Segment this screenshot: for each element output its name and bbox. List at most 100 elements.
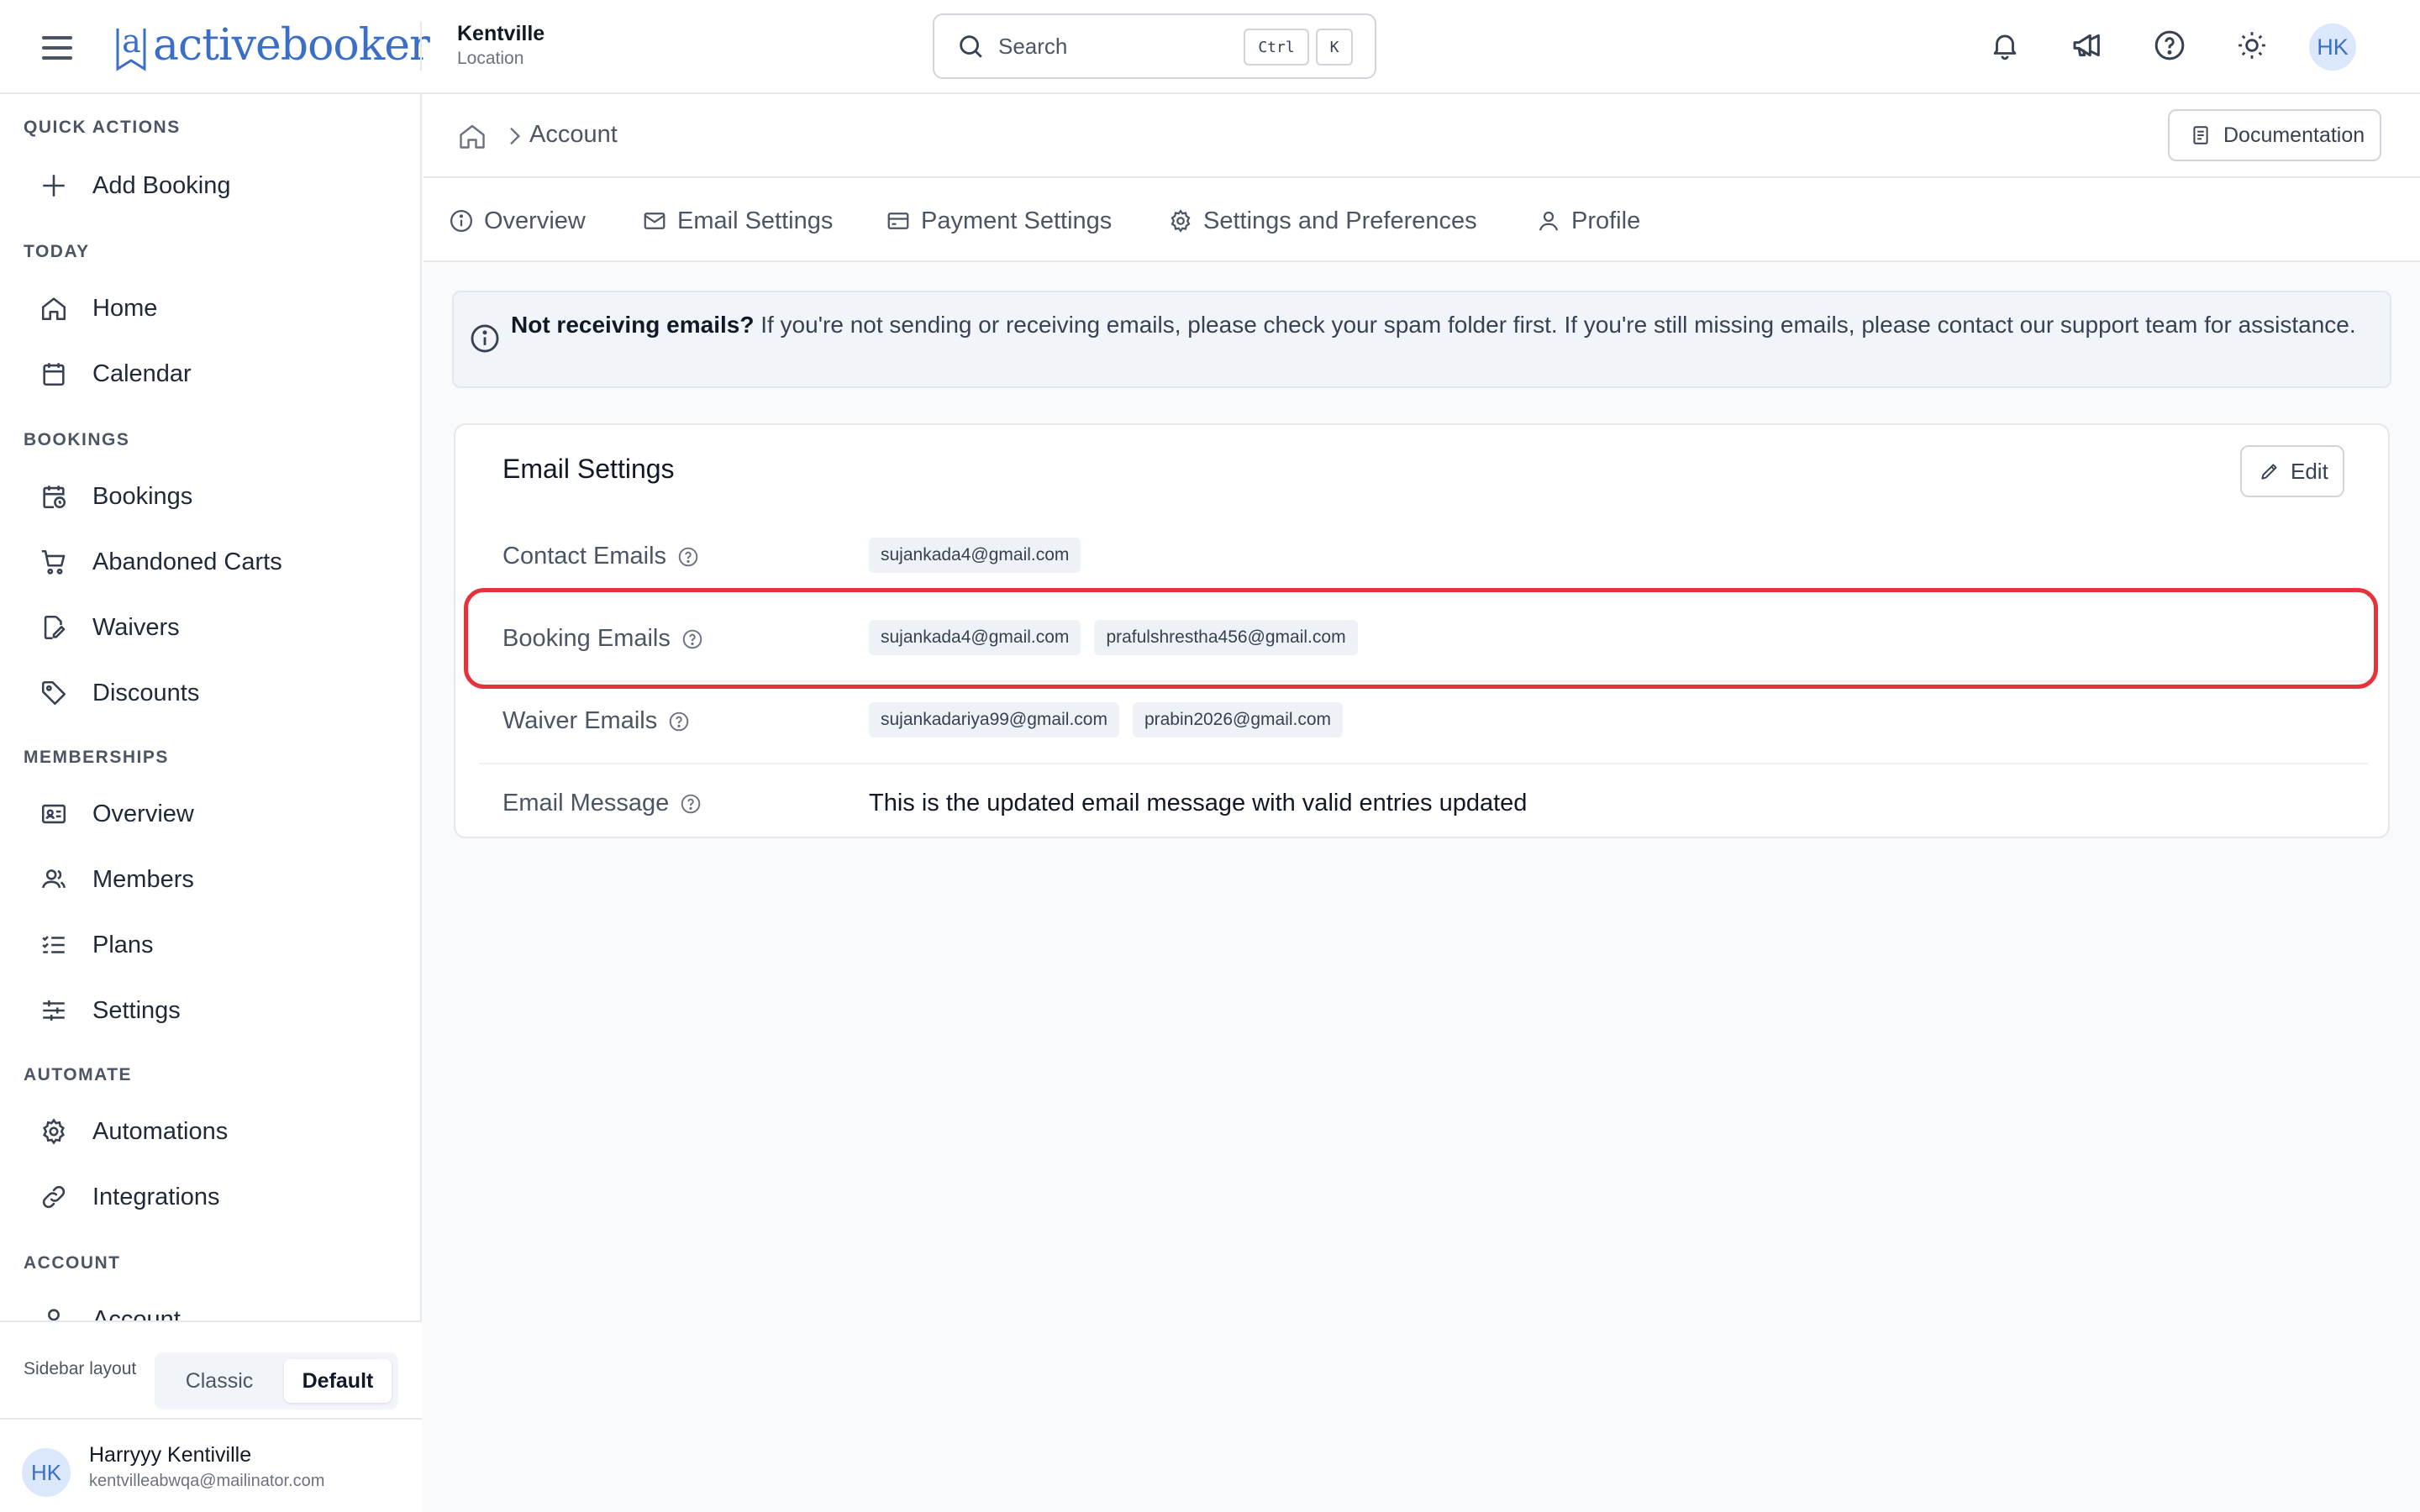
calendar-icon [37, 357, 71, 391]
checklist-icon [37, 928, 71, 962]
theme-toggle-icon[interactable] [2232, 25, 2272, 66]
user-name: Harryyy Kentiville [89, 1443, 252, 1467]
search-input[interactable]: Search Ctrl K [933, 13, 1376, 79]
info-icon [447, 207, 476, 235]
layout-option-default[interactable]: Default [284, 1359, 392, 1403]
sidebar-item-home[interactable]: Home [24, 282, 398, 334]
info-banner: Not receiving emails? If you're not send… [452, 291, 2391, 388]
info-banner-text: Not receiving emails? If you're not send… [511, 307, 2376, 343]
tab-settings-and-preferences[interactable]: Settings and Preferences [1166, 202, 1477, 240]
email-message-row: Email Message This is the updated email … [479, 764, 2368, 847]
credit-card-icon [884, 207, 913, 235]
sidebar-item-calendar[interactable]: Calendar [24, 348, 398, 400]
tab-email-settings[interactable]: Email Settings [640, 202, 833, 240]
users-icon [37, 863, 71, 896]
sidebar-item-label: Automations [92, 1117, 229, 1145]
sidebar-user-card[interactable]: HK Harryyy Kentiville kentvilleabwqa@mai… [0, 1418, 422, 1512]
tab-profile[interactable]: Profile [1534, 202, 1640, 240]
sidebar-item-add-booking[interactable]: Add Booking [24, 160, 398, 212]
document-icon [2188, 123, 2213, 148]
layout-option-classic[interactable]: Classic [161, 1359, 277, 1403]
tab-label: Payment Settings [921, 207, 1113, 234]
breadcrumb-current: Account [529, 121, 618, 148]
gear-icon [37, 1115, 71, 1148]
documentation-button[interactable]: Documentation [2168, 109, 2381, 161]
documentation-label: Documentation [2223, 123, 2365, 147]
sidebar-item-label: Overview [92, 800, 194, 827]
sidebar-item-label: Bookings [92, 482, 193, 510]
sidebar-item-label: Members [92, 865, 194, 893]
sidebar-item-overview[interactable]: Overview [24, 788, 398, 840]
bell-icon[interactable] [1985, 25, 2025, 66]
field-label-text: Contact Emails [502, 543, 667, 570]
pencil-icon [2257, 459, 2282, 484]
info-icon [471, 324, 499, 353]
tab-payment-settings[interactable]: Payment Settings [884, 202, 1112, 240]
sidebar-item-automations[interactable]: Automations [24, 1105, 398, 1158]
edit-label: Edit [2291, 458, 2328, 484]
sidebar-layout-toggle: Classic Default [155, 1352, 398, 1410]
sidebar-item-label: Add Booking [92, 171, 231, 199]
email-chip: prabin2026@gmail.com [1132, 702, 1344, 738]
tag-icon [37, 676, 71, 710]
home-icon[interactable] [457, 121, 487, 151]
tab-label: Email Settings [677, 207, 834, 234]
waiver-emails-row: Waiver Emails sujankadariya99@gmail.com … [479, 682, 2368, 764]
sidebar-layout-label: Sidebar layout [24, 1359, 137, 1378]
sidebar-item-label: Plans [92, 931, 154, 958]
user-icon [1534, 207, 1563, 235]
sidebar-item-label: Discounts [92, 679, 200, 706]
signature-icon [37, 611, 71, 644]
logo[interactable]: a activebooker [111, 12, 430, 79]
search-icon [960, 35, 982, 58]
sliders-icon [37, 994, 71, 1027]
sidebar-item-discounts[interactable]: Discounts [24, 667, 398, 719]
field-label-text: Waiver Emails [502, 707, 658, 734]
sidebar-item-settings[interactable]: Settings [24, 984, 398, 1037]
help-circle-icon[interactable] [667, 710, 691, 733]
tab-label: Profile [1571, 207, 1641, 234]
tab-label: Settings and Preferences [1203, 207, 1477, 234]
avatar[interactable]: HK [2309, 24, 2356, 71]
user-email: kentvilleabwqa@mailinator.com [89, 1472, 325, 1490]
sidebar-item-abandoned-carts[interactable]: Abandoned Carts [24, 536, 398, 588]
kbd-k: K [1316, 29, 1353, 66]
section-account: ACCOUNT [24, 1253, 121, 1273]
email-message-value: This is the updated email message with v… [869, 790, 1528, 816]
email-message-label: Email Message [502, 790, 702, 817]
sidebar-item-waivers[interactable]: Waivers [24, 601, 398, 654]
home-icon [37, 291, 71, 325]
sidebar-item-label: Calendar [92, 360, 192, 387]
sidebar-item-label: Settings [92, 996, 181, 1024]
sidebar-item-label: Home [92, 294, 158, 322]
tab-label: Overview [484, 207, 586, 234]
contact-emails-values: sujankada4@gmail.com [869, 538, 1081, 573]
email-chip: sujankada4@gmail.com [869, 538, 1081, 573]
top-bar: a activebooker Kentville Location Search… [0, 0, 2420, 94]
help-circle-icon[interactable] [676, 545, 700, 569]
sidebar-item-members[interactable]: Members [24, 853, 398, 906]
waiver-emails-values: sujankadariya99@gmail.com prabin2026@gma… [869, 702, 1344, 738]
logo-text: activebooker [153, 20, 430, 71]
mail-icon [640, 207, 669, 235]
help-icon[interactable] [2149, 25, 2190, 66]
booking-emails-highlight [464, 588, 2378, 689]
help-circle-icon[interactable] [679, 792, 702, 816]
location-name[interactable]: Kentville [457, 22, 544, 46]
menu-icon[interactable] [42, 29, 81, 67]
section-today: TODAY [24, 242, 90, 261]
section-automate: AUTOMATE [24, 1065, 133, 1084]
sidebar-item-plans[interactable]: Plans [24, 919, 398, 971]
sidebar-item-integrations[interactable]: Integrations [24, 1171, 398, 1223]
waiver-emails-label: Waiver Emails [502, 707, 691, 735]
link-icon [37, 1180, 71, 1214]
info-banner-body: If you're not sending or receiving email… [754, 312, 2356, 338]
sidebar: QUICK ACTIONS Add Booking TODAY Home Cal… [0, 94, 422, 1512]
sidebar-layout-panel: Sidebar layout Classic Default [0, 1320, 422, 1418]
section-memberships: MEMBERSHIPS [24, 748, 169, 767]
sidebar-item-bookings[interactable]: Bookings [24, 470, 398, 522]
megaphone-icon[interactable] [2067, 25, 2107, 66]
edit-button[interactable]: Edit [2240, 445, 2344, 497]
location-label: Location [457, 49, 524, 68]
tab-overview[interactable]: Overview [447, 202, 586, 240]
